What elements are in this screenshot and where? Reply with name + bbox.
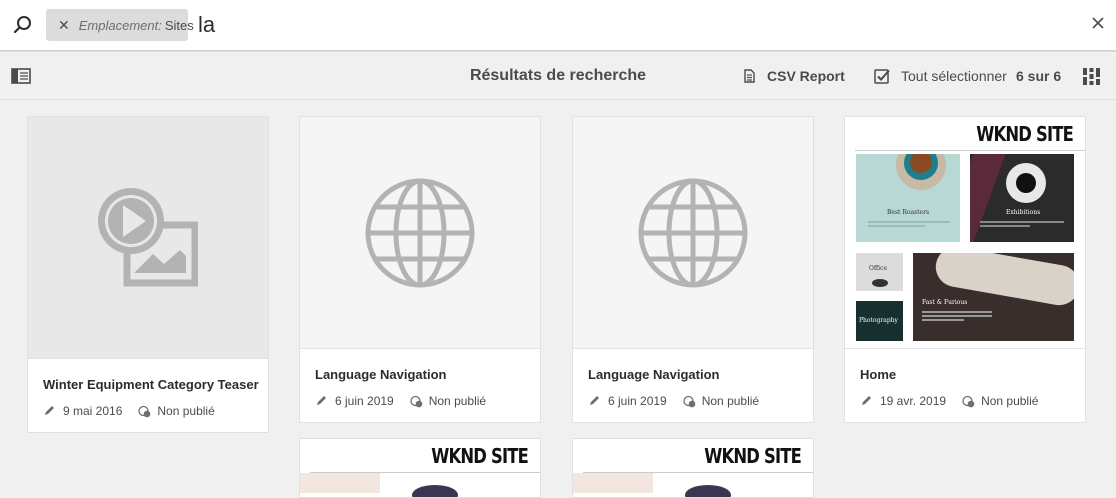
result-card[interactable]: WKND SITE Best Roasters Exhibitions Offi… xyxy=(844,116,1086,423)
view-switcher-icon[interactable] xyxy=(1083,68,1100,85)
publish-status: Non publié xyxy=(981,394,1039,408)
tile-label: Photography xyxy=(859,317,898,324)
tile-photography: Photography xyxy=(856,301,903,341)
publish-status: Non publié xyxy=(428,394,487,408)
toggle-rail-icon[interactable] xyxy=(11,68,31,84)
csv-report-label: CSV Report xyxy=(767,68,845,84)
unpublished-icon xyxy=(410,395,423,407)
publish-status: Non publié xyxy=(701,394,760,408)
publish-status: Non publié xyxy=(157,404,215,418)
card-title: Winter Equipment Category Teaser xyxy=(43,377,259,392)
unpublished-icon xyxy=(138,405,151,417)
modified-date: 6 juin 2019 xyxy=(608,394,667,408)
tag-value: Sites xyxy=(164,17,194,33)
select-all-button[interactable]: Tout sélectionner xyxy=(874,52,1007,100)
video-asset-icon xyxy=(98,187,198,286)
result-card[interactable]: WKND SITE xyxy=(572,438,814,498)
result-card[interactable]: WKND SITE xyxy=(299,438,541,498)
tile-fast-furious: Fast & Furious xyxy=(913,253,1074,341)
result-count: 6 sur 6 xyxy=(1016,68,1062,84)
tile-label: Best Roasters xyxy=(887,209,930,216)
tag-key: Emplacement: xyxy=(78,17,162,33)
result-card[interactable]: Language Navigation 6 juin 2019 Non publ… xyxy=(299,116,541,423)
globe-icon xyxy=(638,178,748,287)
card-title: Language Navigation xyxy=(588,367,720,382)
card-title: Language Navigation xyxy=(315,367,447,382)
tile-exhibitions: Exhibitions xyxy=(970,154,1074,242)
report-icon xyxy=(744,69,755,83)
csv-report-button[interactable]: CSV Report xyxy=(744,52,845,100)
globe-icon xyxy=(365,178,475,287)
remove-tag-icon[interactable]: ✕ xyxy=(58,17,70,34)
wknd-logo: WKND SITE xyxy=(431,444,529,468)
tile-label: Office xyxy=(869,265,888,272)
modified-date: 6 juin 2019 xyxy=(335,394,394,408)
card-title: Home xyxy=(860,367,897,382)
location-filter-tag: ✕ Emplacement: Sites xyxy=(46,9,194,41)
result-card[interactable]: Winter Equipment Category Teaser 9 mai 2… xyxy=(27,116,269,433)
card-thumbnail xyxy=(300,117,540,348)
unpublished-icon xyxy=(962,395,975,407)
pencil-icon xyxy=(590,396,599,405)
tile-best-roasters: Best Roasters xyxy=(856,154,960,242)
wknd-site-preview: WKND SITE Best Roasters Exhibitions Offi… xyxy=(845,117,1085,347)
pencil-icon xyxy=(317,396,326,405)
close-icon[interactable] xyxy=(1091,16,1105,30)
pencil-icon xyxy=(862,396,871,405)
tile-office: Office xyxy=(856,253,903,291)
modified-date: 9 mai 2016 xyxy=(63,404,123,418)
tile-label: Fast & Furious xyxy=(922,299,968,306)
result-card[interactable]: Language Navigation 6 juin 2019 Non publ… xyxy=(572,116,814,423)
select-all-label: Tout sélectionner xyxy=(901,68,1007,84)
card-thumbnail xyxy=(573,117,813,348)
wknd-logo: WKND SITE xyxy=(704,444,802,468)
tile-label: Exhibitions xyxy=(1006,209,1041,216)
search-bar: ✕ Emplacement: Sites la xyxy=(0,0,1116,51)
wknd-logo: WKND SITE xyxy=(976,122,1074,146)
search-icon[interactable] xyxy=(12,14,34,36)
card-thumbnail xyxy=(28,117,268,358)
modified-date: 19 avr. 2019 xyxy=(880,394,947,408)
search-input[interactable]: la xyxy=(198,9,215,41)
pencil-icon xyxy=(45,406,54,415)
action-bar: Résultats de recherche CSV Report Tout s… xyxy=(0,52,1116,100)
checkbox-icon xyxy=(874,69,890,84)
unpublished-icon xyxy=(683,395,696,407)
